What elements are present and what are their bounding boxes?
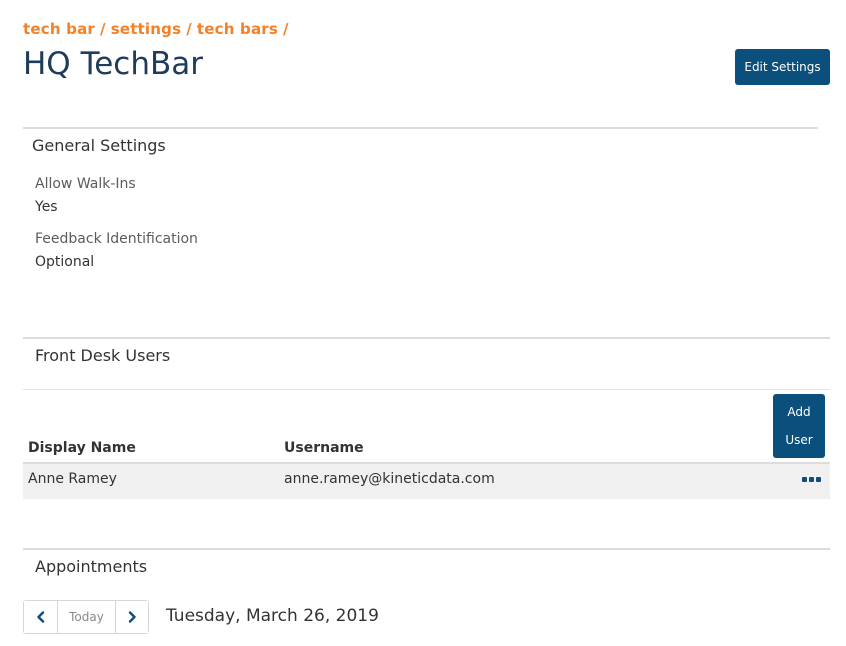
table-row: Anne Ramey anne.ramey@kineticdata.com [23,462,830,499]
section-divider [23,127,818,129]
chevron-left-icon [36,611,44,623]
section-divider [23,389,830,390]
date-navigator: Today [23,600,149,634]
column-header-username[interactable]: Username [284,440,364,456]
appointments-title: Appointments [35,557,148,576]
chevron-right-icon [128,611,136,623]
username-cell: anne.ramey@kineticdata.com [284,471,495,487]
breadcrumb-separator: / [100,20,106,38]
add-user-button[interactable]: Add User [773,394,825,458]
section-divider [23,548,830,550]
breadcrumb-settings[interactable]: settings [111,20,182,38]
feedback-identification-value: Optional [35,254,95,270]
general-settings-title: General Settings [32,136,166,155]
add-user-label-line-2: User [785,433,813,447]
breadcrumb-separator: / [283,20,289,38]
today-button[interactable]: Today [58,601,116,633]
next-day-button[interactable] [116,601,148,633]
section-divider [23,337,830,339]
page-title: HQ TechBar [23,46,204,82]
column-header-display-name[interactable]: Display Name [28,440,136,456]
edit-settings-button[interactable]: Edit Settings [735,49,830,85]
add-user-label-line-1: Add [787,405,811,419]
ellipsis-icon[interactable] [798,470,824,488]
breadcrumb-tech-bars[interactable]: tech bars [197,20,278,38]
allow-walk-ins-value: Yes [35,199,58,215]
display-name-cell: Anne Ramey [28,471,117,487]
page: tech bar / settings / tech bars / HQ TechBar … [0,0,846,646]
current-date-label: Tuesday, March 26, 2019 [166,606,379,626]
allow-walk-ins-label: Allow Walk-Ins [35,176,136,192]
front-desk-users-title: Front Desk Users [35,346,171,365]
breadcrumb-tech-bar[interactable]: tech bar [23,20,95,38]
feedback-identification-label: Feedback Identification [35,231,198,247]
breadcrumb-separator: / [186,20,192,38]
breadcrumb: tech bar / settings / tech bars / [23,20,294,38]
previous-day-button[interactable] [24,601,58,633]
